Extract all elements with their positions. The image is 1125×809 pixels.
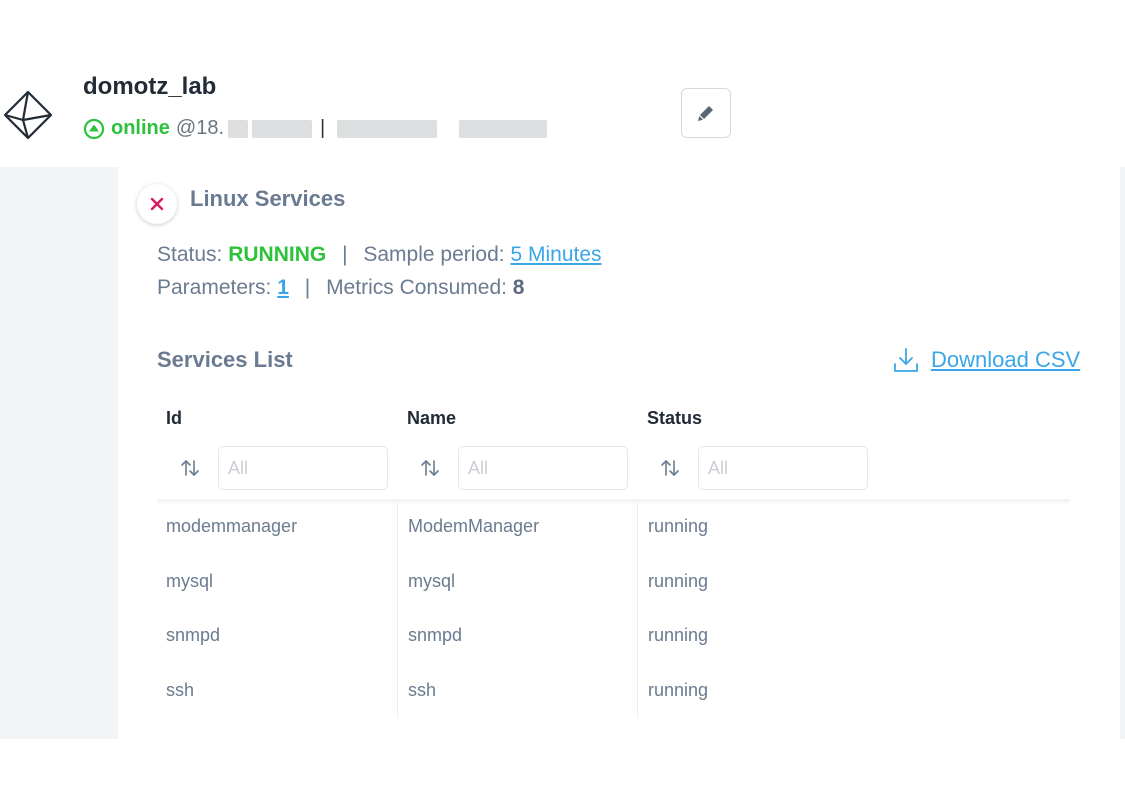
table-header-shadow bbox=[157, 499, 1070, 505]
sample-period-label: Sample period: bbox=[363, 243, 505, 266]
panel-title: Linux Services bbox=[190, 186, 346, 211]
download-csv-label: Download CSV bbox=[931, 347, 1081, 372]
pencil-icon bbox=[698, 106, 713, 121]
name-filter-input[interactable] bbox=[458, 446, 628, 490]
table-cell-name: mysql bbox=[408, 571, 456, 591]
status-value: RUNNING bbox=[228, 243, 327, 266]
info-separator: | bbox=[304, 276, 311, 299]
sort-icon[interactable] bbox=[419, 458, 441, 478]
sample-period-link[interactable]: 5 Minutes bbox=[510, 243, 601, 266]
table-cell-status: running bbox=[648, 516, 709, 536]
online-status-text: online bbox=[111, 117, 170, 139]
download-csv-button[interactable]: Download CSV bbox=[893, 346, 1080, 374]
column-divider bbox=[397, 500, 398, 718]
info-separator: | bbox=[342, 243, 348, 266]
sort-icon[interactable] bbox=[179, 458, 201, 478]
table-cell-name: ssh bbox=[408, 680, 437, 700]
status-filter-input[interactable] bbox=[698, 446, 868, 490]
right-gutter bbox=[1120, 167, 1125, 739]
redacted-info-block bbox=[337, 119, 438, 138]
table-cell-id: mysql bbox=[166, 571, 214, 591]
table-cell-status: running bbox=[648, 680, 709, 700]
table-cell-id: snmpd bbox=[166, 625, 221, 645]
table-cell-id: ssh bbox=[166, 680, 195, 700]
table-cell-name: snmpd bbox=[408, 625, 463, 645]
column-header-status[interactable]: Status bbox=[647, 408, 702, 429]
close-button[interactable] bbox=[137, 184, 177, 224]
status-label: Status: bbox=[157, 243, 223, 266]
id-filter-input[interactable] bbox=[218, 446, 388, 490]
table-cell-name: ModemManager bbox=[408, 516, 540, 536]
online-status-icon bbox=[83, 118, 105, 139]
device-header: domotz_lab online @18. | bbox=[0, 0, 1125, 167]
agent-ip: @18. bbox=[175, 117, 224, 139]
domotz-logo-icon bbox=[3, 90, 53, 140]
close-icon bbox=[150, 197, 164, 211]
column-divider bbox=[637, 500, 638, 718]
redacted-ip-block bbox=[228, 119, 248, 138]
column-header-id[interactable]: Id bbox=[166, 408, 182, 429]
download-icon bbox=[894, 348, 918, 372]
table-cell-status: running bbox=[648, 571, 709, 591]
column-header-name[interactable]: Name bbox=[407, 408, 456, 429]
parameters-link[interactable]: 1 bbox=[277, 276, 289, 299]
redacted-info-block bbox=[459, 119, 548, 138]
metrics-consumed-value: 8 bbox=[512, 276, 525, 299]
status-info-line: Status: RUNNING | Sample period: 5 Minut… bbox=[157, 243, 602, 267]
parameters-label: Parameters: bbox=[157, 276, 272, 299]
header-separator: | bbox=[320, 117, 326, 139]
left-gutter bbox=[0, 167, 118, 739]
metrics-consumed-label: Metrics Consumed: bbox=[326, 276, 507, 299]
agent-status-line: online @18. | bbox=[83, 117, 548, 140]
table-cell-id: modemmanager bbox=[166, 516, 298, 536]
edit-button[interactable] bbox=[681, 88, 731, 138]
agent-name: domotz_lab bbox=[83, 73, 217, 100]
sort-icon[interactable] bbox=[659, 458, 681, 478]
redacted-ip-block bbox=[252, 119, 312, 138]
parameters-info-line: Parameters: 1 | Metrics Consumed: 8 bbox=[157, 276, 524, 300]
services-list-title: Services List bbox=[157, 347, 293, 372]
table-cell-status: running bbox=[648, 625, 709, 645]
